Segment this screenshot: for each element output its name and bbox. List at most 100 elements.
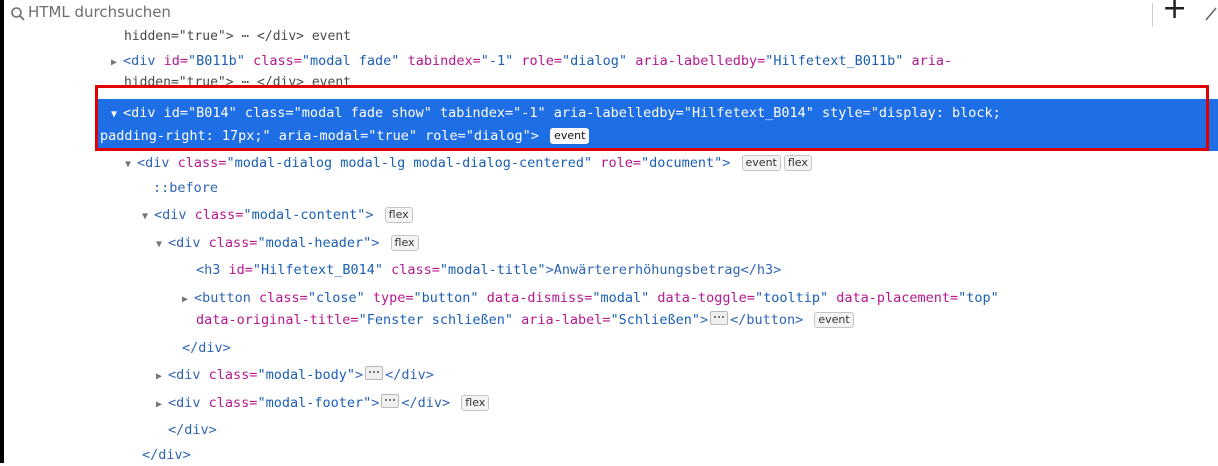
attr-name: type= <box>372 290 414 306</box>
tree-row-header-close[interactable]: </div> <box>182 337 231 359</box>
tree-row-b011b[interactable]: ▶ <div id="B011b" class="modal fade" tabi… <box>111 50 952 72</box>
attr-value: "B011b" <box>188 53 245 69</box>
eyedropper-icon[interactable] <box>1204 6 1218 22</box>
window-border <box>0 0 4 463</box>
attr-name: aria-label= <box>521 312 611 328</box>
toolbar-divider <box>1152 3 1153 27</box>
tag-open: <h3 <box>196 262 221 278</box>
tag-close: > <box>699 312 709 328</box>
expand-triangle-icon[interactable]: ▶ <box>182 289 194 311</box>
collapsed-children-icon[interactable] <box>365 366 384 380</box>
attr-value: "modal-header" <box>257 235 372 251</box>
tree-row-content-close[interactable]: </div> <box>168 419 217 441</box>
attr-value: "modal fade" <box>301 53 400 69</box>
tag-open: <div <box>168 367 201 383</box>
attr-value: "Schließen" <box>610 312 700 328</box>
attr-value: "tooltip" <box>754 290 829 306</box>
highlight-box <box>95 85 1209 151</box>
search-icon <box>11 7 25 21</box>
tree-row-modal-dialog[interactable]: ▼ <div class="modal-dialog modal-lg modal… <box>125 152 812 174</box>
attr-name: class= <box>208 395 258 411</box>
attr-name: class= <box>177 155 227 171</box>
pseudo-element: ::before <box>153 180 219 196</box>
tree-row-modal-body[interactable]: ▶ <div class="modal-body"> </div> <box>156 364 434 386</box>
attr-value: "button" <box>413 290 479 306</box>
attr-value: "modal-dialog modal-lg modal-dialog-cent… <box>226 155 593 171</box>
tag-close: > <box>722 155 731 171</box>
tree-row-modal-footer[interactable]: ▶ <div class="modal-footer"> </div> flex <box>156 392 490 416</box>
attr-name: class= <box>194 207 244 223</box>
tag-end: </div> <box>401 395 451 411</box>
tree-row-modal-header[interactable]: ▼ <div class="modal-header"> flex <box>156 232 419 254</box>
attr-value: "close" <box>307 290 365 306</box>
flex-badge[interactable]: flex <box>390 235 419 251</box>
tag-close: > <box>365 207 374 223</box>
search-input[interactable]: HTML durchsuchen <box>28 3 171 21</box>
attr-value: "modal-footer" <box>257 395 372 411</box>
attr-name: aria- <box>911 53 953 69</box>
tag-open: <div <box>123 53 156 69</box>
attr-value: "Fenster schließen" <box>358 312 513 328</box>
attr-name: class= <box>391 262 440 278</box>
tree-row-clipped: hidden="true"> ⋯ </div> event <box>124 29 384 43</box>
flex-badge[interactable]: flex <box>461 395 490 411</box>
collapse-triangle-icon[interactable]: ▼ <box>142 206 154 228</box>
tree-row-h3[interactable]: <h3 id="Hilfetext_B014" class="modal-tit… <box>196 259 781 281</box>
attr-value: "modal" <box>592 290 650 306</box>
tag-close: > <box>371 235 380 251</box>
collapsed-children-icon[interactable] <box>381 394 400 408</box>
tag-close: > <box>371 395 380 411</box>
tag-end: </button> <box>730 312 804 328</box>
attr-name: data-toggle= <box>657 290 755 306</box>
attr-value: "-1" <box>480 53 514 69</box>
attr-value: "modal-content" <box>243 207 366 223</box>
attr-name: data-dismiss= <box>486 290 593 306</box>
flex-badge[interactable]: flex <box>384 207 413 223</box>
attr-name: aria-labelledby= <box>635 53 766 69</box>
attr-name: class= <box>259 290 308 306</box>
tag-end: </div> <box>168 422 217 438</box>
attr-name: class= <box>253 53 302 69</box>
attr-name: class= <box>208 235 258 251</box>
tag-end: </div> <box>385 367 434 383</box>
collapse-triangle-icon[interactable]: ▼ <box>125 154 137 176</box>
attr-value: "dialog" <box>562 53 628 69</box>
tag-open: <button <box>194 290 251 306</box>
event-badge[interactable]: event <box>741 155 781 171</box>
attr-name: id= <box>163 53 189 69</box>
attr-name: role= <box>600 155 641 171</box>
tag-close: > <box>354 367 364 383</box>
h3-text: >Anwärtererhöhungsbetrag</h3> <box>545 262 782 278</box>
attr-value: "modal-title" <box>439 262 546 278</box>
tag-end: </div> <box>142 447 191 463</box>
collapsed-children-icon[interactable] <box>710 311 729 325</box>
clipped-row-text: hidden="true"> ⋯ </div> event <box>124 29 351 43</box>
flex-badge[interactable]: flex <box>783 155 812 171</box>
tree-row-modal-content[interactable]: ▼ <div class="modal-content"> flex <box>142 204 413 226</box>
tag-open: <div <box>168 235 201 251</box>
attr-value: "Hilfetext_B011b" <box>765 53 904 69</box>
tag-open: <div <box>154 207 187 223</box>
plus-icon[interactable]: + <box>1162 0 1187 24</box>
tree-row-close-button-cont[interactable]: data-original-title="Fenster schließen" … <box>196 309 854 331</box>
attr-name: data-original-title= <box>196 312 359 328</box>
tree-row-close-button[interactable]: ▶ <button class="close" type="button" dat… <box>182 287 999 309</box>
attr-name: tabindex= <box>407 53 481 69</box>
expand-triangle-icon[interactable]: ▶ <box>111 52 123 74</box>
attr-value: "Hilfetext_B014" <box>252 262 383 278</box>
expand-triangle-icon[interactable]: ▶ <box>156 394 168 416</box>
tag-open: <div <box>168 395 201 411</box>
tree-row-before[interactable]: ::before <box>153 177 218 199</box>
collapse-triangle-icon[interactable]: ▼ <box>156 234 168 256</box>
attr-value: "document" <box>640 155 723 171</box>
tag-open: <div <box>137 155 170 171</box>
attr-value: "top" <box>958 290 999 306</box>
expand-triangle-icon[interactable]: ▶ <box>156 366 168 388</box>
attr-name: id= <box>228 262 253 278</box>
attr-name: data-placement= <box>836 290 959 306</box>
event-badge[interactable]: event <box>814 312 854 328</box>
attr-name: class= <box>208 367 258 383</box>
attr-value: "modal-body" <box>257 367 355 383</box>
attr-name: role= <box>521 53 563 69</box>
tag-end: </div> <box>182 340 231 356</box>
